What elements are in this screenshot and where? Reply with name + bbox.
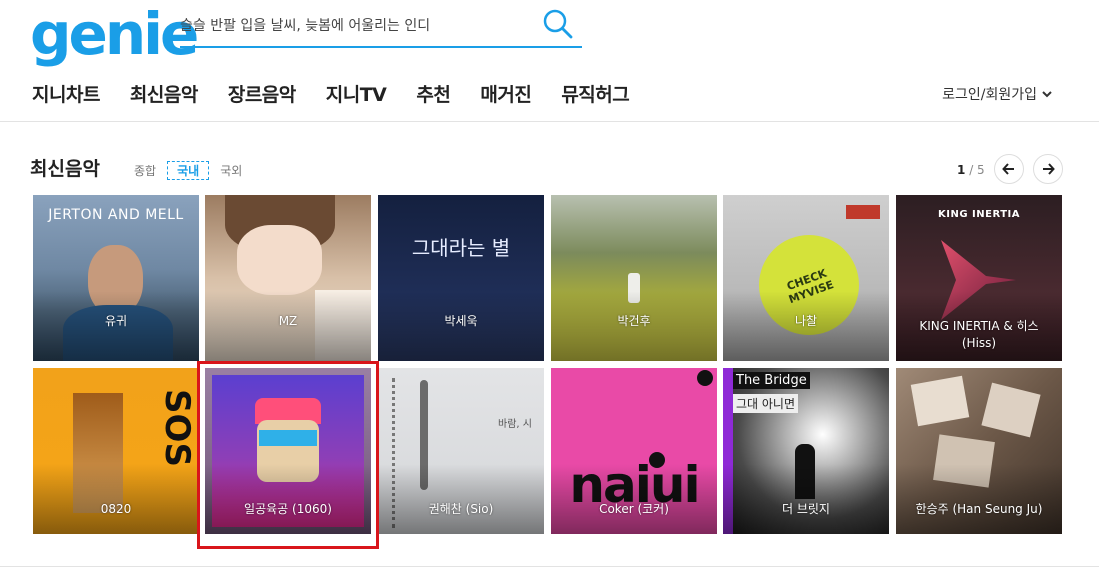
album-artist: 권해찬 (Sio) — [428, 502, 494, 516]
region-filters: 종합 국내 국외 — [131, 161, 245, 180]
album-card[interactable]: CHECK MYVISE 나찰 — [723, 195, 889, 361]
album-card[interactable]: naiui Coker (코커) — [551, 368, 717, 534]
nav-item-genie-tv[interactable]: 지니TV — [326, 80, 387, 107]
filter-foreign[interactable]: 국외 — [217, 161, 245, 180]
search-bar — [180, 6, 582, 48]
page-indicator: 1 / 5 — [957, 163, 985, 177]
genie-logo[interactable]: genie — [30, 2, 199, 66]
nav-item-genre[interactable]: 장르음악 — [228, 80, 296, 107]
cover-title: 그대라는 별 — [411, 236, 511, 260]
nav-item-music-hug[interactable]: 뮤직허그 — [561, 80, 629, 107]
filter-all[interactable]: 종합 — [131, 161, 159, 180]
search-input[interactable] — [180, 12, 520, 40]
album-artist: 나찰 — [794, 314, 818, 328]
album-card[interactable]: KING INERTIA KING INERTIA & 히스 (Hiss) — [896, 195, 1062, 361]
cover-title: SOS — [156, 389, 197, 467]
prev-page-button[interactable] — [994, 154, 1024, 184]
album-card[interactable]: 바람, 시 권해찬 (Sio) — [378, 368, 544, 534]
page-total: / 5 — [969, 163, 985, 177]
nav-item-chart[interactable]: 지니차트 — [32, 80, 100, 107]
arrow-left-icon — [1002, 163, 1014, 175]
album-artist: 0820 — [100, 502, 132, 516]
login-label: 로그인/회원가입 — [942, 87, 1037, 103]
arrow-right-icon — [1043, 163, 1055, 175]
nav-item-recommend[interactable]: 추천 — [416, 80, 450, 107]
search-icon — [543, 9, 573, 39]
album-card[interactable]: MZ — [205, 195, 371, 361]
page-current: 1 — [957, 163, 966, 177]
album-card[interactable]: 박건후 — [551, 195, 717, 361]
bottom-divider — [0, 566, 1099, 567]
album-artist: MZ — [278, 314, 298, 328]
header-divider — [0, 121, 1099, 122]
album-artist: 더 브릿지 — [782, 502, 830, 516]
album-artist: 박건후 — [617, 314, 651, 328]
album-card[interactable]: SOS 0820 — [33, 368, 199, 534]
cover-title: KING INERTIA — [938, 209, 1020, 220]
chevron-down-icon — [1042, 91, 1052, 98]
search-button[interactable] — [542, 8, 574, 40]
album-artist: 박세욱 — [444, 314, 478, 328]
cover-title: The Bridge — [733, 372, 810, 389]
cover-subtitle: 그대 아니면 — [733, 394, 799, 413]
filter-domestic[interactable]: 국내 — [167, 161, 210, 180]
cover-title: JERTON AND MELL — [48, 207, 184, 223]
album-card[interactable]: 일공육공 (1060) — [205, 368, 371, 534]
album-artist: 일공육공 (1060) — [244, 502, 332, 516]
login-menu[interactable]: 로그인/회원가입 — [942, 84, 1053, 104]
nav-item-magazine[interactable]: 매거진 — [480, 80, 531, 107]
album-card[interactable]: JERTON AND MELL 유귀 — [33, 195, 199, 361]
album-card[interactable]: The Bridge 그대 아니면 더 브릿지 — [723, 368, 889, 534]
album-artist: KING INERTIA & 히스 (Hiss) — [919, 319, 1039, 350]
section-title: 최신음악 — [30, 158, 100, 180]
next-page-button[interactable] — [1033, 154, 1063, 184]
nav-item-new-music[interactable]: 최신음악 — [130, 80, 198, 107]
album-card[interactable]: 그대라는 별 박세욱 — [378, 195, 544, 361]
album-artist: 한승주 (Han Seung Ju) — [915, 502, 1043, 516]
main-nav: 지니차트 최신음악 장르음악 지니TV 추천 매거진 뮤직허그 — [32, 80, 659, 107]
album-artist: Coker (코커) — [599, 502, 669, 516]
album-artist: 유귀 — [104, 314, 128, 328]
cover-title: 바람, 시 — [498, 419, 532, 430]
album-card[interactable]: 한승주 (Han Seung Ju) — [896, 368, 1062, 534]
